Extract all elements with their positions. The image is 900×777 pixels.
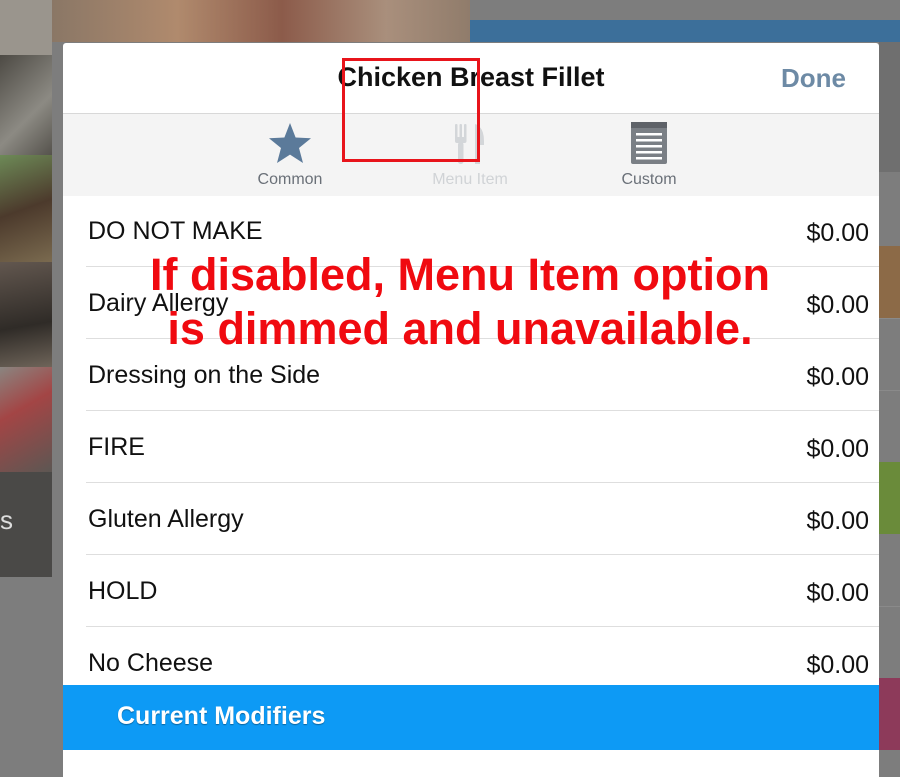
list-item[interactable]: FIRE $0.00 <box>63 411 879 483</box>
modifier-name: Gluten Allergy <box>88 505 244 533</box>
background-blue-bar <box>470 20 900 42</box>
modifier-name: Dressing on the Side <box>88 361 321 389</box>
modifier-price: $0.00 <box>806 579 869 607</box>
tab-custom[interactable]: Custom <box>574 114 724 196</box>
modifier-name: DO NOT MAKE <box>88 217 263 245</box>
background-panel <box>879 42 900 172</box>
tab-custom-label: Custom <box>621 171 677 188</box>
background-divider <box>879 318 900 319</box>
modifier-name: No Cheese <box>88 649 214 677</box>
background-divider <box>879 390 900 391</box>
food-tile <box>0 262 52 367</box>
list-item[interactable]: Gluten Allergy $0.00 <box>63 483 879 555</box>
food-tile <box>0 367 52 472</box>
background-divider <box>879 606 900 607</box>
current-modifiers-label: Current Modifiers <box>117 702 326 730</box>
annotation-line-1: If disabled, Menu Item option <box>149 249 770 300</box>
done-button[interactable]: Done <box>781 63 846 94</box>
food-tile <box>0 155 52 262</box>
food-tile <box>0 0 52 55</box>
modifier-name: HOLD <box>88 577 158 605</box>
annotation-highlight-box <box>342 58 480 162</box>
food-tile <box>0 55 52 155</box>
modifier-price: $0.00 <box>806 363 869 391</box>
annotation-text: If disabled, Menu Item option is dimmed … <box>100 248 820 356</box>
modifier-price: $0.00 <box>806 651 869 679</box>
notepad-icon <box>574 121 724 165</box>
background-category-tile <box>879 246 900 318</box>
background-category-tile <box>879 678 900 750</box>
modifier-price: $0.00 <box>806 435 869 463</box>
current-modifiers-header[interactable]: Current Modifiers <box>63 685 879 750</box>
tab-common-label: Common <box>257 171 323 188</box>
modifier-name: FIRE <box>88 433 145 461</box>
background-category-tile <box>879 462 900 534</box>
annotation-line-2: is dimmed and unavailable. <box>167 303 753 354</box>
modifier-price: $0.00 <box>806 219 869 247</box>
list-item[interactable]: HOLD $0.00 <box>63 555 879 627</box>
background-text-fragment: s <box>0 505 13 535</box>
modifier-price: $0.00 <box>806 507 869 535</box>
background-food-banner <box>52 0 470 42</box>
tab-menu-item-label: Menu Item <box>432 171 508 188</box>
background-food-gallery: s <box>0 0 52 577</box>
